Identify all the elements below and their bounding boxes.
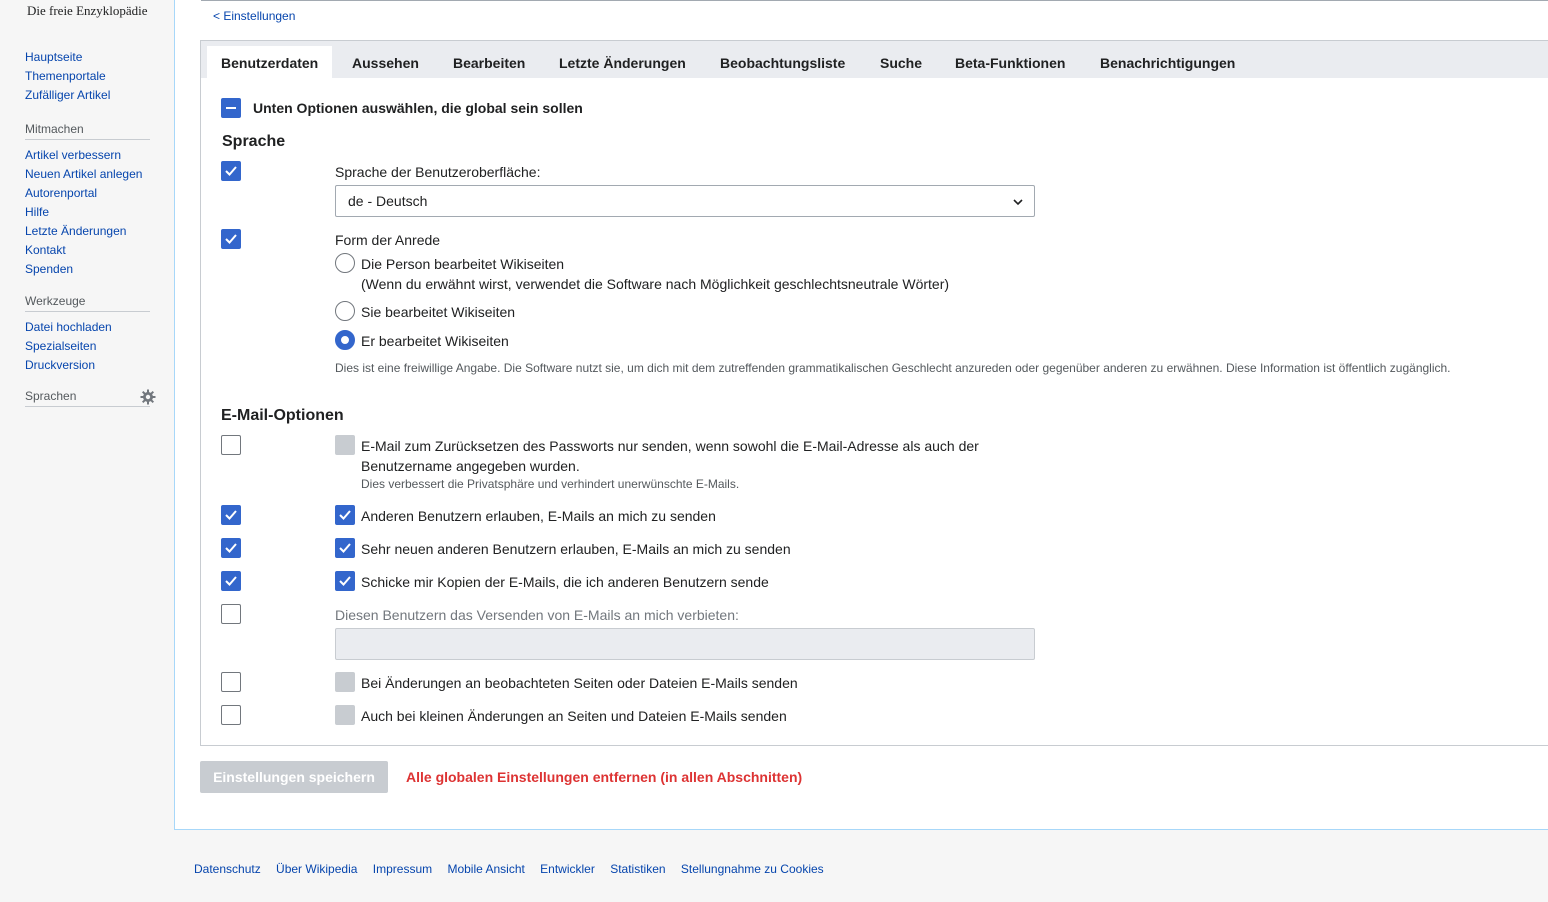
global-toggle-checkbox[interactable]	[221, 98, 241, 118]
global-checkbox-blocklist[interactable]	[221, 604, 241, 624]
reset-mail-label-line2: Benutzername angegeben wurden.	[361, 458, 580, 474]
nav-heading-mitmachen: Mitmachen	[25, 122, 150, 140]
reset-mail-help: Dies verbessert die Privatsphäre und ver…	[361, 477, 740, 491]
tab-letzte-aenderungen[interactable]: Letzte Änderungen	[545, 46, 700, 78]
ui-language-select[interactable]: de - Deutsch	[335, 185, 1035, 217]
nav-link-spezialseiten[interactable]: Spezialseiten	[25, 337, 150, 356]
nav-link-hilfe[interactable]: Hilfe	[25, 203, 150, 222]
ui-language-value: de - Deutsch	[348, 193, 428, 209]
tab-aussehen[interactable]: Aussehen	[338, 46, 433, 78]
tab-benachrichtigungen[interactable]: Benachrichtigungen	[1086, 46, 1249, 78]
footer: Datenschutz Über Wikipedia Impressum Mob…	[194, 862, 836, 876]
nav-link-kontakt[interactable]: Kontakt	[25, 241, 150, 260]
blocklist-label: Diesen Benutzern das Versenden von E-Mai…	[335, 607, 739, 623]
top-divider	[201, 0, 1548, 1]
global-checkbox-ui-language[interactable]	[221, 161, 241, 181]
watchlist-mail-label: Bei Änderungen an beobachteten Seiten od…	[361, 675, 798, 691]
nav-link-spenden[interactable]: Spenden	[25, 260, 150, 279]
nav-link-artikel-verbessern[interactable]: Artikel verbessern	[25, 146, 150, 165]
nav-link-neuen-artikel[interactable]: Neuen Artikel anlegen	[25, 165, 150, 184]
footer-link-impressum[interactable]: Impressum	[373, 862, 432, 876]
nav-sprachen: Sprachen	[25, 389, 150, 413]
send-copies-checkbox[interactable]	[335, 571, 355, 591]
gender-help-text: Dies ist eine freiwillige Angabe. Die So…	[335, 361, 1451, 375]
chevron-down-icon	[1013, 199, 1023, 206]
allow-others-label: Anderen Benutzern erlauben, E-Mails an m…	[361, 508, 716, 524]
sidebar: Die freie Enzyklopädie Hauptseite Themen…	[0, 0, 175, 902]
global-toggle-label: Unten Optionen auswählen, die global sei…	[253, 100, 583, 116]
watchlist-mail-checkbox[interactable]	[335, 672, 355, 692]
nav-heading-sprachen: Sprachen	[25, 389, 150, 407]
allow-new-checkbox[interactable]	[335, 538, 355, 558]
nav-link-hauptseite[interactable]: Hauptseite	[25, 48, 150, 67]
tab-suche[interactable]: Suche	[866, 46, 936, 78]
blocklist-input[interactable]	[335, 628, 1035, 660]
tab-beta-funktionen[interactable]: Beta-Funktionen	[941, 46, 1079, 78]
nav-link-letzte-aenderungen[interactable]: Letzte Änderungen	[25, 222, 150, 241]
preferences-form: Benutzerdaten Aussehen Bearbeiten Letzte…	[200, 40, 1548, 746]
global-checkbox-send-copies[interactable]	[221, 571, 241, 591]
nav-link-autorenportal[interactable]: Autorenportal	[25, 184, 150, 203]
minor-mail-checkbox[interactable]	[335, 705, 355, 725]
tab-benutzerdaten[interactable]: Benutzerdaten	[207, 46, 333, 78]
section-heading-email: E-Mail-Optionen	[221, 407, 344, 424]
footer-link-mobile-ansicht[interactable]: Mobile Ansicht	[447, 862, 524, 876]
global-checkbox-allow-others[interactable]	[221, 505, 241, 525]
nav-main: Hauptseite Themenportale Zufälliger Arti…	[25, 48, 150, 105]
global-checkbox-gender[interactable]	[221, 229, 241, 249]
minor-mail-label: Auch bei kleinen Änderungen an Seiten un…	[361, 708, 787, 724]
allow-new-label: Sehr neuen anderen Benutzern erlauben, E…	[361, 541, 791, 557]
gender-option-neutral: Die Person bearbeitet Wikiseiten	[361, 256, 565, 272]
global-checkbox-reset-mail[interactable]	[221, 435, 241, 455]
allow-others-checkbox[interactable]	[335, 505, 355, 525]
global-checkbox-watchlist-mail[interactable]	[221, 672, 241, 692]
send-copies-label: Schicke mir Kopien der E-Mails, die ich …	[361, 574, 769, 590]
ui-language-label: Sprache der Benutzeroberfläche:	[335, 164, 541, 180]
breadcrumb-einstellungen[interactable]: < Einstellungen	[213, 9, 295, 23]
gender-option-male: Er bearbeitet Wikiseiten	[361, 333, 509, 349]
site-tagline: Die freie Enzyklopädie	[27, 3, 148, 18]
gender-radio-neutral[interactable]	[335, 253, 355, 273]
gender-radio-male[interactable]	[335, 330, 355, 350]
global-checkbox-minor-mail[interactable]	[221, 705, 241, 725]
gender-option-neutral-sub: (Wenn du erwähnt wirst, verwendet die So…	[361, 276, 950, 292]
footer-link-cookies[interactable]: Stellungnahme zu Cookies	[681, 862, 824, 876]
nav-link-datei-hochladen[interactable]: Datei hochladen	[25, 318, 150, 337]
tab-beobachtungsliste[interactable]: Beobachtungsliste	[706, 46, 859, 78]
nav-mitmachen: Mitmachen Artikel verbessern Neuen Artik…	[25, 122, 150, 279]
reset-mail-checkbox[interactable]	[335, 435, 355, 455]
gender-option-female: Sie bearbeitet Wikiseiten	[361, 304, 516, 320]
footer-link-datenschutz[interactable]: Datenschutz	[194, 862, 261, 876]
tab-bar: Benutzerdaten Aussehen Bearbeiten Letzte…	[201, 41, 1548, 78]
save-button[interactable]: Einstellungen speichern	[200, 761, 388, 793]
content-panel: < Einstellungen Benutzerdaten Aussehen B…	[174, 0, 1548, 830]
section-heading-sprache: Sprache	[222, 133, 286, 150]
nav-werkzeuge: Werkzeuge Datei hochladen Spezialseiten …	[25, 294, 150, 375]
footer-link-statistiken[interactable]: Statistiken	[610, 862, 665, 876]
nav-heading-werkzeuge: Werkzeuge	[25, 294, 150, 312]
gear-icon[interactable]	[140, 389, 156, 405]
tab-bearbeiten[interactable]: Bearbeiten	[439, 46, 539, 78]
global-checkbox-allow-new[interactable]	[221, 538, 241, 558]
nav-link-zufaelliger-artikel[interactable]: Zufälliger Artikel	[25, 86, 150, 105]
nav-link-druckversion[interactable]: Druckversion	[25, 356, 150, 375]
gender-radio-female[interactable]	[335, 301, 355, 321]
nav-link-themenportale[interactable]: Themenportale	[25, 67, 150, 86]
gender-label: Form der Anrede	[335, 232, 441, 248]
footer-link-ueber-wikipedia[interactable]: Über Wikipedia	[276, 862, 357, 876]
footer-link-entwickler[interactable]: Entwickler	[540, 862, 595, 876]
reset-global-link[interactable]: Alle globalen Einstellungen entfernen (i…	[406, 769, 802, 785]
reset-mail-label-line1: E-Mail zum Zurücksetzen des Passworts nu…	[361, 438, 979, 454]
